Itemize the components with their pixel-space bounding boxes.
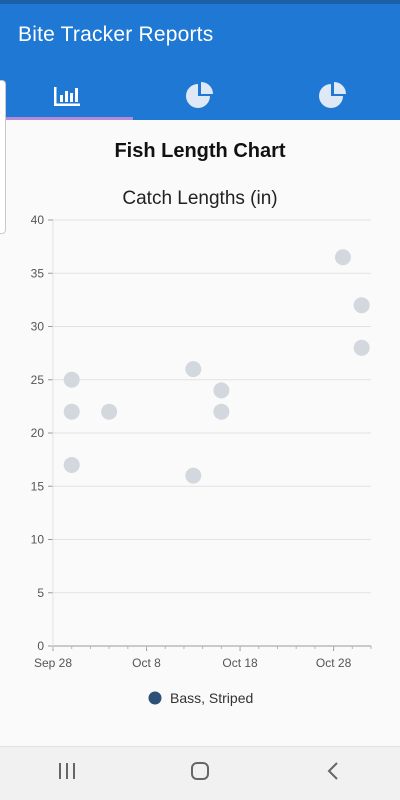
y-tick-label: 30 xyxy=(31,320,45,334)
tab-pie-chart-1[interactable] xyxy=(133,72,266,120)
y-tick-label: 5 xyxy=(37,586,44,600)
pie-chart-icon xyxy=(185,81,215,111)
chart-title: Catch Lengths (in) xyxy=(122,188,277,209)
y-tick-label: 0 xyxy=(37,639,44,653)
home-icon xyxy=(190,761,210,786)
data-point xyxy=(63,371,80,388)
recent-apps-icon xyxy=(57,762,77,785)
legend-label: Bass, Striped xyxy=(170,690,253,706)
data-point xyxy=(63,403,80,420)
y-tick-label: 25 xyxy=(31,373,45,387)
x-tick-label: Oct 18 xyxy=(222,656,258,670)
scatter-chart: Catch Lengths (in) 0 5 10 15 20 25 30 35 40 Sep 2… xyxy=(31,188,372,706)
y-tick-label: 20 xyxy=(31,426,45,440)
y-tick-label: 10 xyxy=(31,533,45,547)
y-tick-label: 40 xyxy=(31,213,45,227)
app-title: Bite Tracker Reports xyxy=(18,23,214,46)
card-title: Fish Length Chart xyxy=(114,140,286,162)
data-point xyxy=(101,403,118,420)
data-point xyxy=(185,361,202,378)
recent-apps-button[interactable] xyxy=(0,747,133,800)
data-point xyxy=(353,339,370,356)
data-point xyxy=(213,382,230,399)
data-point xyxy=(185,467,202,484)
y-tick-label: 35 xyxy=(31,266,45,280)
tab-pie-chart-2[interactable] xyxy=(267,72,400,120)
app-bar: Bite Tracker Reports xyxy=(0,0,400,120)
back-icon xyxy=(326,761,340,786)
data-point xyxy=(353,297,370,314)
legend-marker xyxy=(148,691,162,705)
bar-chart-icon xyxy=(53,85,81,107)
tab-bar-chart[interactable] xyxy=(0,72,133,120)
x-tick-label: Sep 28 xyxy=(34,656,72,670)
tab-indicator xyxy=(0,117,133,120)
back-button[interactable] xyxy=(267,747,400,800)
home-button[interactable] xyxy=(133,747,266,800)
status-strip xyxy=(0,0,400,4)
data-point xyxy=(334,249,351,266)
data-point xyxy=(213,403,230,420)
pie-chart-icon xyxy=(318,81,348,111)
system-nav-bar xyxy=(0,746,400,800)
x-tick-label: Oct 28 xyxy=(316,656,352,670)
x-tick-label: Oct 8 xyxy=(132,656,161,670)
data-point xyxy=(63,456,80,473)
y-tick-label: 15 xyxy=(31,479,45,493)
tab-bar xyxy=(0,72,400,120)
